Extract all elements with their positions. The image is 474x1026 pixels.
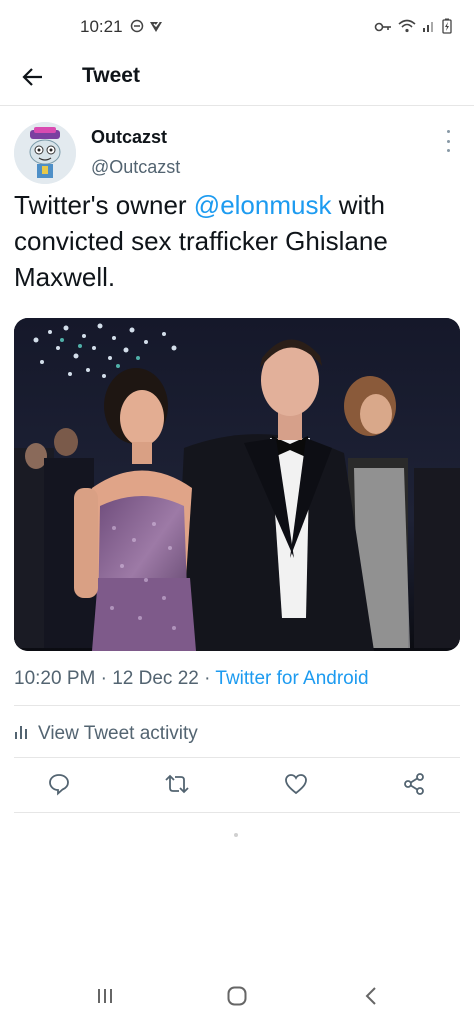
activity-label: View Tweet activity	[38, 723, 198, 744]
tweet-time: 10:20 PM	[14, 668, 96, 689]
back-nav-button[interactable]	[356, 984, 386, 1012]
divider	[14, 757, 460, 758]
reply-button[interactable]	[45, 772, 73, 800]
more-dot	[446, 149, 450, 152]
home-icon	[226, 985, 248, 1012]
recents-icon	[95, 987, 115, 1010]
more-options-button[interactable]	[438, 130, 458, 152]
system-nav-bar	[0, 970, 474, 1026]
tweet-meta: 10:20 PM · 12 Dec 22 · Twitter for Andro…	[14, 668, 369, 690]
back-icon	[364, 986, 378, 1011]
reply-icon	[47, 772, 71, 801]
loading-indicator	[234, 833, 238, 837]
meta-separator: ·	[204, 668, 211, 689]
status-right-icons	[374, 18, 452, 39]
share-icon	[402, 772, 426, 801]
avatar[interactable]	[14, 122, 76, 184]
more-dot	[446, 130, 450, 133]
retweet-button[interactable]	[163, 772, 191, 800]
status-time: 10:21	[80, 17, 123, 36]
tweet-date: 12 Dec 22	[112, 668, 199, 689]
tweet-text-prefix: Twitter's owner	[14, 190, 194, 220]
divider	[14, 705, 460, 706]
recents-button[interactable]	[90, 984, 120, 1012]
view-tweet-activity-button[interactable]: View Tweet activity	[14, 714, 460, 754]
wifi-icon	[398, 19, 416, 38]
arrow-left-icon	[22, 67, 44, 92]
like-icon	[284, 773, 308, 800]
retweet-icon	[164, 772, 190, 801]
share-button[interactable]	[400, 772, 428, 800]
meta-separator: ·	[100, 668, 107, 689]
tweet-source-link[interactable]: Twitter for Android	[215, 668, 368, 689]
page-title: Tweet	[82, 64, 140, 87]
avatar-image	[14, 122, 76, 184]
photo-image	[14, 318, 460, 651]
like-button[interactable]	[282, 772, 310, 800]
divider	[14, 812, 460, 813]
tweet-actions-bar	[0, 764, 474, 808]
battery-charging-icon	[442, 18, 452, 39]
tweet-text: Twitter's owner @elonmusk with convicted…	[14, 187, 460, 295]
author-handle[interactable]: @Outcazst	[91, 157, 180, 178]
signal-icon	[422, 19, 436, 38]
location-check-icon	[148, 18, 164, 39]
do-not-disturb-icon	[130, 19, 144, 38]
status-left-icons	[130, 18, 164, 39]
home-button[interactable]	[222, 984, 252, 1012]
status-bar: 10:21	[0, 0, 474, 52]
mention-link[interactable]: @elonmusk	[194, 190, 332, 220]
analytics-icon	[14, 724, 28, 745]
more-dot	[446, 139, 450, 143]
back-button[interactable]	[14, 60, 52, 98]
key-icon	[374, 20, 392, 38]
top-app-bar: Tweet	[0, 52, 474, 106]
author-name[interactable]: Outcazst	[91, 127, 167, 148]
tweet-photo[interactable]	[14, 318, 460, 651]
